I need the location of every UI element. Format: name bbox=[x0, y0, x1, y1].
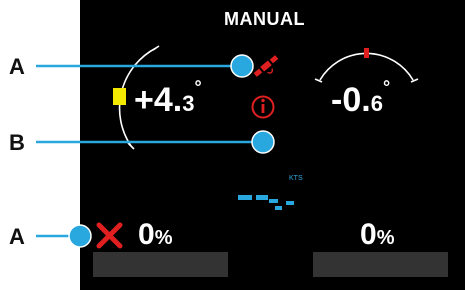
left-gauge-value: +4.3° bbox=[134, 77, 202, 120]
right-gauge-value: -0.6° bbox=[331, 77, 390, 120]
right-gauge-decimal: 6 bbox=[370, 91, 383, 116]
right-gauge-unit: ° bbox=[382, 77, 391, 97]
right-gauge-indicator bbox=[364, 48, 369, 58]
left-gauge-decimal: 3 bbox=[182, 91, 195, 116]
x-cross-icon bbox=[96, 222, 123, 249]
right-percent-value: 0 bbox=[360, 218, 377, 251]
left-gauge-tick-top bbox=[152, 45, 160, 51]
callout-dot-a-top bbox=[230, 54, 254, 78]
left-bar-panel bbox=[93, 252, 228, 277]
left-percent: 0% bbox=[138, 218, 172, 252]
left-gauge-unit: ° bbox=[194, 77, 202, 97]
right-gauge-main: -0. bbox=[331, 81, 371, 119]
left-percent-value: 0 bbox=[138, 218, 155, 251]
right-percent-unit: % bbox=[376, 227, 395, 249]
satellite-icon bbox=[253, 55, 279, 77]
callout-label-a-top: A bbox=[9, 54, 25, 79]
callout-label-a-bottom: A bbox=[9, 224, 25, 249]
speed-unit-label: KTS bbox=[289, 175, 303, 182]
info-circle-icon bbox=[251, 95, 275, 119]
callout-label-b: B bbox=[9, 130, 25, 155]
right-bar-panel bbox=[313, 252, 448, 277]
left-percent-unit: % bbox=[154, 227, 173, 249]
callout-dot-b bbox=[251, 130, 275, 154]
trend-indicator bbox=[238, 195, 294, 210]
callout-dot-a-bottom bbox=[68, 224, 92, 248]
right-percent: 0% bbox=[360, 218, 394, 252]
left-gauge-main: +4. bbox=[134, 81, 183, 119]
overlay-graphics bbox=[36, 45, 419, 249]
left-gauge-indicator bbox=[113, 88, 126, 105]
left-gauge-tick-bottom bbox=[127, 142, 135, 150]
